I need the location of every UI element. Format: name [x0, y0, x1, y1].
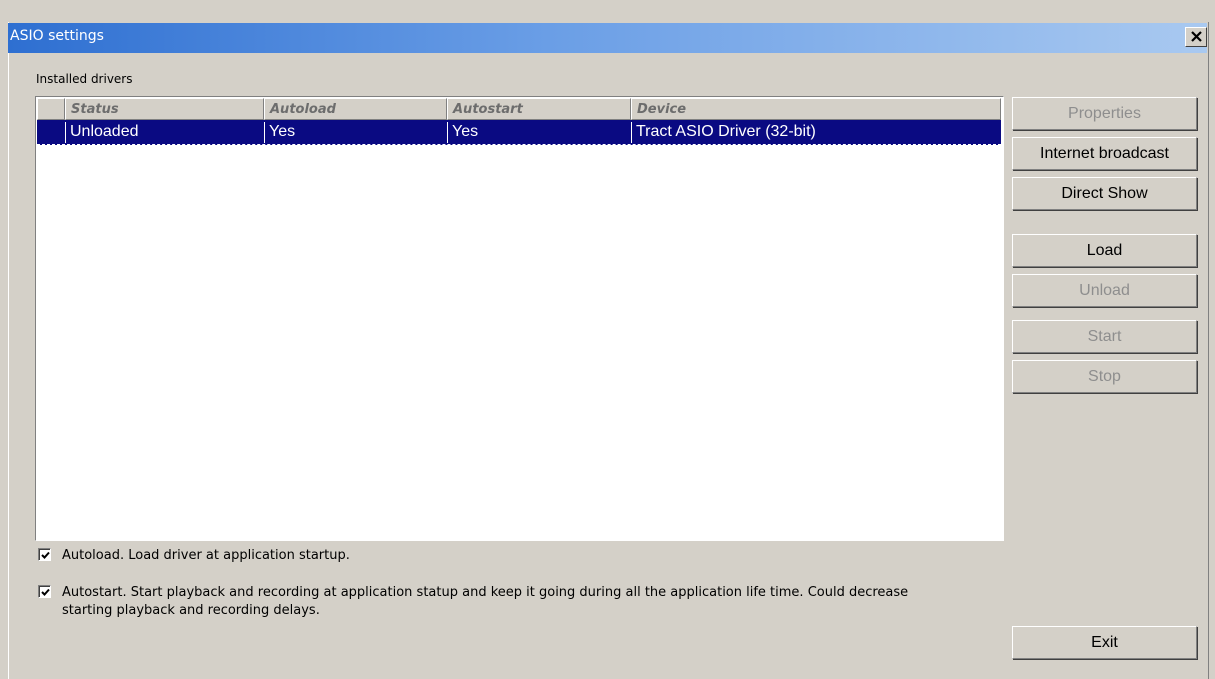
stop-button[interactable]: Stop — [1012, 360, 1197, 393]
title-bar[interactable]: ASIO settings — [8, 23, 1207, 53]
checkmark-icon — [41, 551, 50, 559]
direct-show-button[interactable]: Direct Show — [1012, 177, 1197, 210]
autostart-checkbox[interactable] — [38, 585, 51, 598]
autostart-label-line2: starting playback and recording delays. — [62, 603, 320, 618]
close-button[interactable] — [1185, 27, 1207, 47]
unload-button[interactable]: Unload — [1012, 274, 1197, 307]
installed-drivers-label: Installed drivers — [36, 72, 133, 86]
autostart-label-line1: Autostart. Start playback and recording … — [62, 585, 909, 600]
drivers-listview[interactable]: Status Autoload Autostart Device Unloade… — [35, 96, 1004, 541]
cell-status: Unloaded — [65, 122, 264, 143]
table-row[interactable]: Unloaded Yes Yes Tract ASIO Driver (32-b… — [37, 120, 1001, 145]
internet-broadcast-button[interactable]: Internet broadcast — [1012, 137, 1197, 170]
autoload-label: Autoload. Load driver at application sta… — [62, 548, 350, 563]
listview-header: Status Autoload Autostart Device — [37, 98, 1001, 120]
checkmark-icon — [41, 588, 50, 596]
cell-autostart: Yes — [447, 122, 631, 143]
column-header-autostart[interactable]: Autostart — [447, 98, 631, 120]
exit-button[interactable]: Exit — [1012, 626, 1197, 659]
properties-button[interactable]: Properties — [1012, 97, 1197, 130]
cell-device: Tract ASIO Driver (32-bit) — [631, 122, 1001, 143]
start-button[interactable]: Start — [1012, 320, 1197, 353]
load-button[interactable]: Load — [1012, 234, 1197, 267]
window-title: ASIO settings — [10, 28, 104, 44]
autoload-checkbox[interactable] — [38, 548, 51, 561]
column-header-autoload[interactable]: Autoload — [264, 98, 447, 120]
column-header-status[interactable]: Status — [65, 98, 264, 120]
column-header-device[interactable]: Device — [631, 98, 1001, 120]
cell-autoload: Yes — [264, 122, 447, 143]
close-icon — [1190, 30, 1202, 45]
column-header-blank[interactable] — [37, 98, 65, 120]
